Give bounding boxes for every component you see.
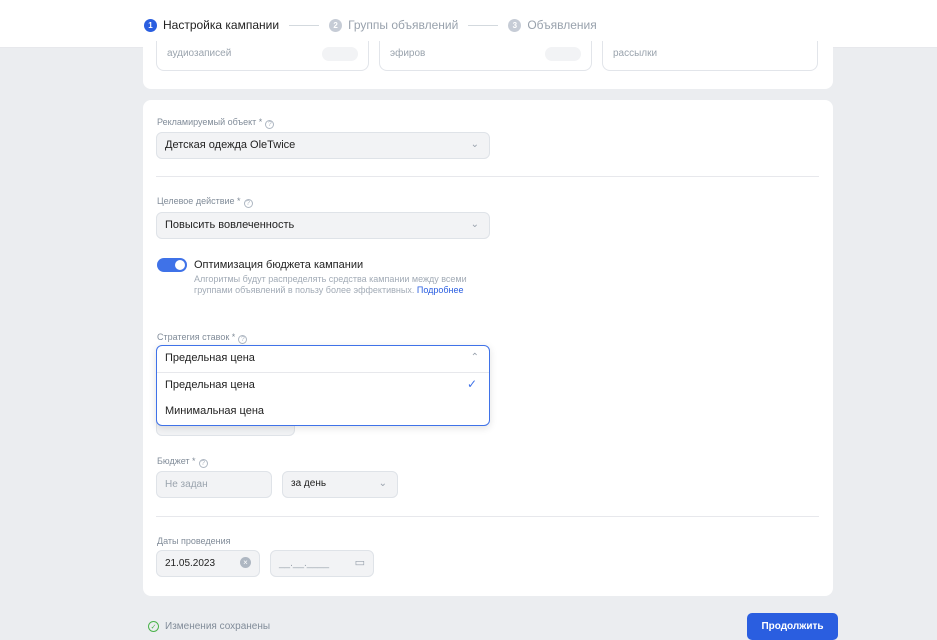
budget-input[interactable]: Не задан bbox=[156, 471, 272, 498]
budget-placeholder: Не задан bbox=[165, 479, 208, 490]
step-label: Группы объявлений bbox=[348, 18, 459, 32]
budget-optimization-title: Оптимизация бюджета кампании bbox=[194, 259, 364, 271]
select-value: за день bbox=[291, 478, 327, 489]
target-action-label: Целевое действие *? bbox=[157, 196, 253, 208]
objective-label: рассылки bbox=[613, 48, 658, 59]
step-number: 3 bbox=[508, 18, 522, 32]
continue-button[interactable]: Продолжить bbox=[747, 613, 838, 640]
objective-pill bbox=[322, 47, 358, 61]
promoted-object-label: Рекламируемый объект *? bbox=[157, 117, 275, 129]
clear-icon[interactable]: × bbox=[240, 557, 251, 568]
chevron-up-icon: ⌃ bbox=[470, 352, 479, 363]
save-status-text: Изменения сохранены bbox=[165, 621, 271, 632]
check-circle-icon: ✓ bbox=[148, 621, 159, 632]
dates-label: Даты проведения bbox=[157, 536, 231, 546]
step-label: Объявления bbox=[527, 18, 597, 32]
option-max-price[interactable]: Предельная цена ✓ bbox=[157, 373, 489, 399]
calendar-icon[interactable]: ▭ bbox=[355, 556, 365, 569]
objective-label: аудиозаписей bbox=[167, 48, 232, 59]
help-icon[interactable]: ? bbox=[243, 199, 253, 208]
objective-pill bbox=[545, 47, 581, 61]
step-connector bbox=[289, 24, 320, 26]
budget-optimization-desc: Алгоритмы будут распределять средства ка… bbox=[194, 274, 474, 296]
toggle-knob bbox=[175, 260, 185, 270]
bid-strategy-dropdown[interactable]: Предельная цена ⌃ Предельная цена ✓ Мини… bbox=[156, 345, 490, 426]
objective-option-mailing[interactable]: рассылки bbox=[602, 41, 818, 71]
chevron-down-icon: ⌄ bbox=[378, 478, 387, 489]
step-number: 2 bbox=[329, 18, 343, 32]
select-value: Повысить вовлеченность bbox=[165, 219, 295, 231]
chevron-down-icon: ⌄ bbox=[470, 219, 479, 230]
save-status: ✓ Изменения сохранены bbox=[148, 621, 270, 632]
promoted-object-select[interactable]: Детская одежда OleTwice ⌄ bbox=[156, 132, 490, 159]
option-label: Предельная цена bbox=[165, 379, 255, 391]
step-campaign-settings[interactable]: 1 Настройка кампании bbox=[144, 18, 279, 32]
check-icon: ✓ bbox=[466, 377, 477, 391]
end-date-placeholder: __.__.____ bbox=[279, 558, 330, 569]
bid-strategy-label: Стратегия ставок *? bbox=[157, 332, 248, 344]
step-connector bbox=[468, 24, 499, 26]
campaign-settings-card: Рекламируемый объект *? Детская одежда O… bbox=[143, 100, 833, 596]
objective-label: эфиров bbox=[390, 48, 426, 59]
step-ad-groups[interactable]: 2 Группы объявлений bbox=[329, 18, 458, 32]
start-date-value: 21.05.2023 bbox=[165, 558, 216, 569]
target-action-select[interactable]: Повысить вовлеченность ⌄ bbox=[156, 212, 490, 239]
help-icon[interactable]: ? bbox=[265, 120, 275, 129]
budget-period-select[interactable]: за день ⌄ bbox=[282, 471, 398, 498]
objectives-card: аудиозаписей эфиров рассылки bbox=[143, 41, 833, 89]
step-ads[interactable]: 3 Объявления bbox=[508, 18, 597, 32]
budget-label: Бюджет *? bbox=[157, 456, 208, 468]
option-min-price[interactable]: Минимальная цена bbox=[157, 399, 489, 425]
chevron-down-icon: ⌄ bbox=[470, 139, 479, 150]
help-icon[interactable]: ? bbox=[238, 335, 248, 344]
end-date-input[interactable]: __.__.____ ▭ bbox=[270, 550, 374, 577]
step-number: 1 bbox=[144, 18, 157, 32]
bid-strategy-select[interactable]: Предельная цена ⌃ bbox=[157, 346, 489, 373]
stepper: 1 Настройка кампании 2 Группы объявлений… bbox=[144, 18, 597, 32]
help-icon[interactable]: ? bbox=[198, 459, 208, 468]
more-link[interactable]: Подробнее bbox=[417, 285, 464, 295]
option-label: Минимальная цена bbox=[165, 405, 265, 417]
select-value: Детская одежда OleTwice bbox=[165, 139, 296, 151]
objective-option-streams[interactable]: эфиров bbox=[379, 41, 592, 71]
divider bbox=[156, 176, 819, 177]
budget-optimization-toggle[interactable] bbox=[157, 258, 187, 272]
start-date-input[interactable]: 21.05.2023 × bbox=[156, 550, 260, 577]
step-label: Настройка кампании bbox=[163, 18, 280, 32]
objective-option-audio[interactable]: аудиозаписей bbox=[156, 41, 369, 71]
select-value: Предельная цена bbox=[165, 352, 255, 364]
divider bbox=[156, 516, 819, 517]
